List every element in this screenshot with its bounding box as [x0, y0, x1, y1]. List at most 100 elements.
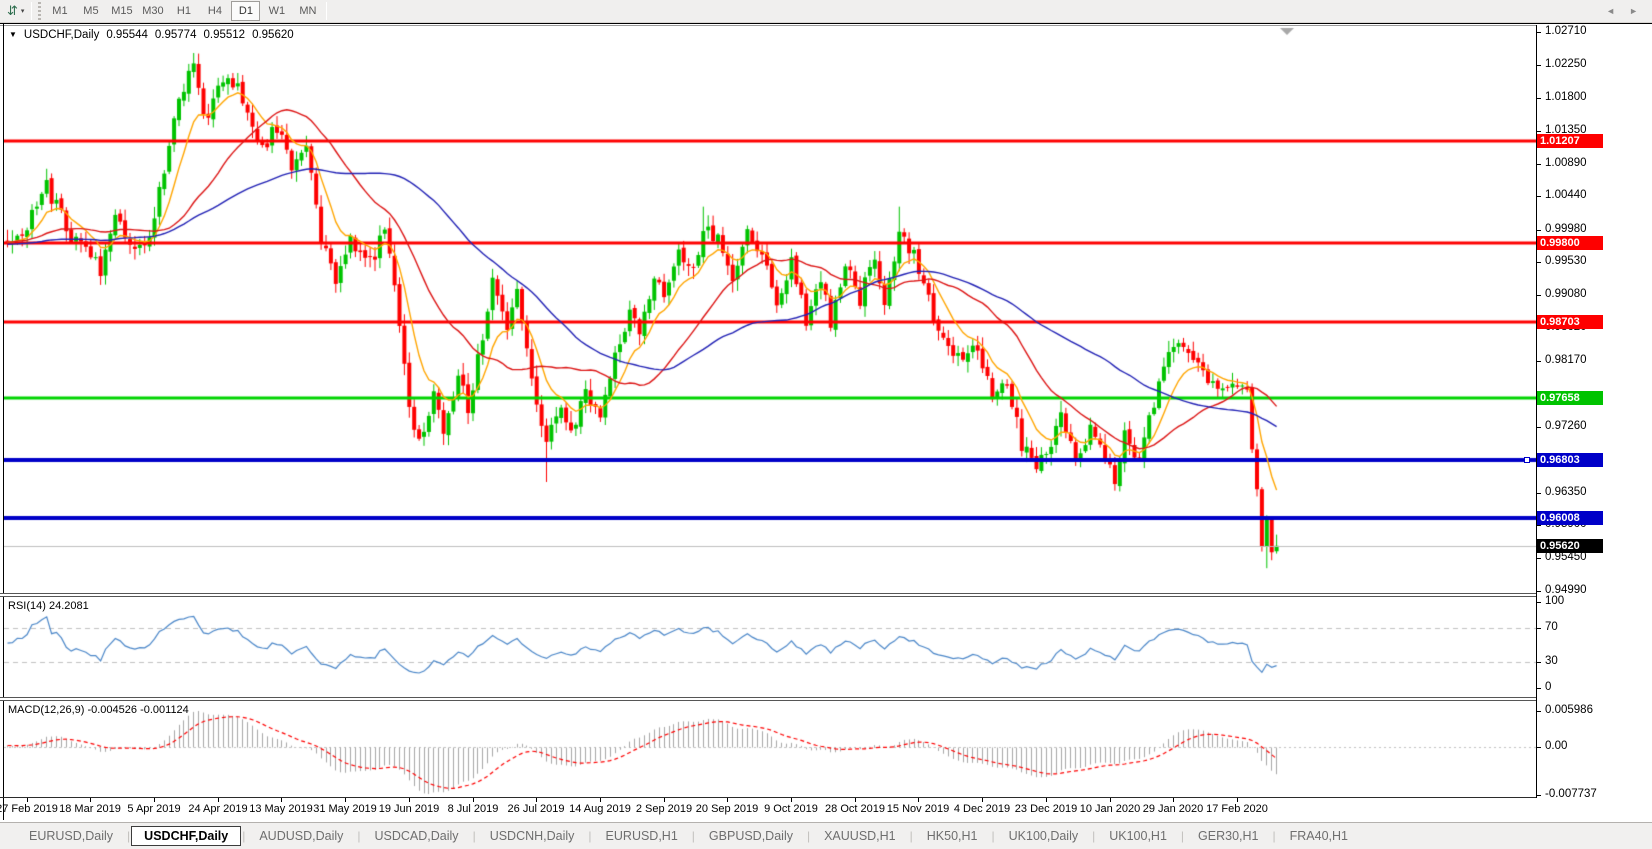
price-tick-label: 0.96350 [1545, 486, 1587, 498]
pane-splitter[interactable] [0, 593, 1652, 597]
tab-ger30-h1[interactable]: GER30,H1 [1185, 826, 1271, 846]
price-tick-label: 0.99080 [1545, 288, 1587, 300]
price-tick-label: 0.97260 [1545, 420, 1587, 432]
pane-splitter[interactable] [0, 697, 1652, 701]
hline-price-tag: 0.98703 [1537, 315, 1603, 329]
timeframe-button-m15[interactable]: M15 [107, 1, 136, 21]
rsi-tick-mark [1537, 602, 1541, 603]
macd-tick-mark [1537, 795, 1541, 796]
chevron-down-icon[interactable]: ▼ [9, 30, 17, 39]
date-label: 9 Oct 2019 [764, 803, 818, 815]
date-tick-mark [27, 798, 28, 802]
date-label: 4 Dec 2019 [954, 803, 1010, 815]
tab-uk100-h1[interactable]: UK100,H1 [1096, 826, 1180, 846]
tab-eurusd-daily[interactable]: EURUSD,Daily [16, 826, 126, 846]
tab-uk100-daily[interactable]: UK100,Daily [996, 826, 1091, 846]
date-tick-mark [90, 798, 91, 802]
rsi-indicator-label: RSI(14) 24.2081 [8, 600, 89, 612]
price-tick-label: 1.01800 [1545, 91, 1587, 103]
price-tick-mark [1537, 196, 1541, 197]
date-label: 13 May 2019 [249, 803, 313, 815]
chart-mode-button[interactable]: ⇵ ▾ [3, 1, 28, 21]
tab-usdchf-daily[interactable]: USDCHF,Daily [131, 826, 241, 846]
price-tick-mark [1537, 65, 1541, 66]
tab-separator: | [1273, 829, 1276, 843]
date-tick-mark [536, 798, 537, 802]
timeframe-button-w1[interactable]: W1 [262, 1, 291, 21]
hline-price-tag: 0.99800 [1537, 236, 1603, 250]
open-value: 0.95544 [106, 29, 148, 41]
price-tick-label: 1.02250 [1545, 58, 1587, 70]
tab-hk50-h1[interactable]: HK50,H1 [914, 826, 991, 846]
tab-scroll-right-icon[interactable]: ► [1629, 6, 1638, 16]
timeframe-button-h1[interactable]: H1 [169, 1, 198, 21]
tab-gbpusd-daily[interactable]: GBPUSD,Daily [696, 826, 806, 846]
tab-scroll-left-icon[interactable]: ◄ [1606, 6, 1615, 16]
high-value: 0.95774 [155, 29, 197, 41]
macd-chart-canvas[interactable] [4, 702, 1536, 797]
price-tick-mark [1537, 262, 1541, 263]
price-tick-mark [1537, 558, 1541, 559]
tab-separator: | [242, 829, 245, 843]
date-tick-mark [918, 798, 919, 802]
price-tick-mark [1537, 525, 1541, 526]
rsi-chart-canvas[interactable] [4, 598, 1536, 697]
price-tick-label: 0.98170 [1545, 354, 1587, 366]
timeframe-button-mn[interactable]: MN [293, 1, 322, 21]
date-label: 10 Jan 2020 [1080, 803, 1141, 815]
date-tick-mark [281, 798, 282, 802]
tab-separator: | [1092, 829, 1095, 843]
timeframe-button-m1[interactable]: M1 [45, 1, 74, 21]
date-label: 24 Apr 2019 [188, 803, 247, 815]
date-tick-mark [218, 798, 219, 802]
date-axis[interactable]: 27 Feb 201918 Mar 20195 Apr 201924 Apr 2… [4, 798, 1536, 821]
hline-drag-handle[interactable] [1524, 457, 1530, 463]
date-label: 20 Sep 2019 [696, 803, 758, 815]
date-label: 28 Oct 2019 [825, 803, 885, 815]
tab-separator: | [807, 829, 810, 843]
price-tick-mark [1537, 295, 1541, 296]
macd-tick-mark [1537, 747, 1541, 748]
tab-scroll-buttons: ◄ ► [1606, 6, 1638, 16]
price-tick-mark [1537, 164, 1541, 165]
rsi-tick-mark [1537, 688, 1541, 689]
date-label: 18 Mar 2019 [59, 803, 121, 815]
macd-tick-label: 0.005986 [1545, 704, 1593, 716]
rsi-tick-label: 70 [1545, 621, 1558, 633]
date-tick-mark [600, 798, 601, 802]
date-label: 2 Sep 2019 [636, 803, 692, 815]
timeframe-button-d1[interactable]: D1 [231, 1, 260, 21]
chart-symbol-label: USDCHF,Daily [24, 29, 99, 41]
date-label: 26 Jul 2019 [508, 803, 565, 815]
tab-usdcad-daily[interactable]: USDCAD,Daily [362, 826, 472, 846]
price-tick-mark [1537, 591, 1541, 592]
mt4-workspace: ⇵ ▾ M1M5M15M30H1H4D1W1MN ▼ USDCHF,Daily … [0, 0, 1652, 849]
price-chart-canvas[interactable] [4, 26, 1536, 593]
low-value: 0.95512 [203, 29, 245, 41]
date-tick-mark [1046, 798, 1047, 802]
price-tick-mark [1537, 361, 1541, 362]
tab-eurusd-h1[interactable]: EURUSD,H1 [593, 826, 691, 846]
price-tick-label: 0.99980 [1545, 223, 1587, 235]
chevron-down-icon[interactable]: ▾ [21, 7, 25, 15]
timeframe-toolbar: ⇵ ▾ M1M5M15M30H1H4D1W1MN [0, 0, 1652, 23]
date-label: 31 May 2019 [313, 803, 377, 815]
tab-usdcnh-daily[interactable]: USDCNH,Daily [477, 826, 588, 846]
tab-separator: | [127, 829, 130, 843]
timeframe-button-m5[interactable]: M5 [76, 1, 105, 21]
toolbar-grip[interactable] [38, 2, 41, 20]
chart-tab-bar: EURUSD,Daily|USDCHF,Daily|AUDUSD,Daily|U… [0, 822, 1652, 849]
tab-audusd-daily[interactable]: AUDUSD,Daily [246, 826, 356, 846]
tab-xauusd-h1[interactable]: XAUUSD,H1 [811, 826, 909, 846]
timeframe-button-h4[interactable]: H4 [200, 1, 229, 21]
hline-price-tag: 0.97658 [1537, 391, 1603, 405]
date-tick-mark [1237, 798, 1238, 802]
price-axis[interactable]: 1.027101.022501.018001.013501.008901.004… [1537, 25, 1652, 798]
date-tick-mark [409, 798, 410, 802]
price-tick-mark [1537, 493, 1541, 494]
tab-fra40-h1[interactable]: FRA40,H1 [1277, 826, 1361, 846]
macd-tick-label: -0.007737 [1545, 788, 1597, 800]
date-tick-mark [473, 798, 474, 802]
timeframe-button-m30[interactable]: M30 [138, 1, 167, 21]
date-tick-mark [982, 798, 983, 802]
